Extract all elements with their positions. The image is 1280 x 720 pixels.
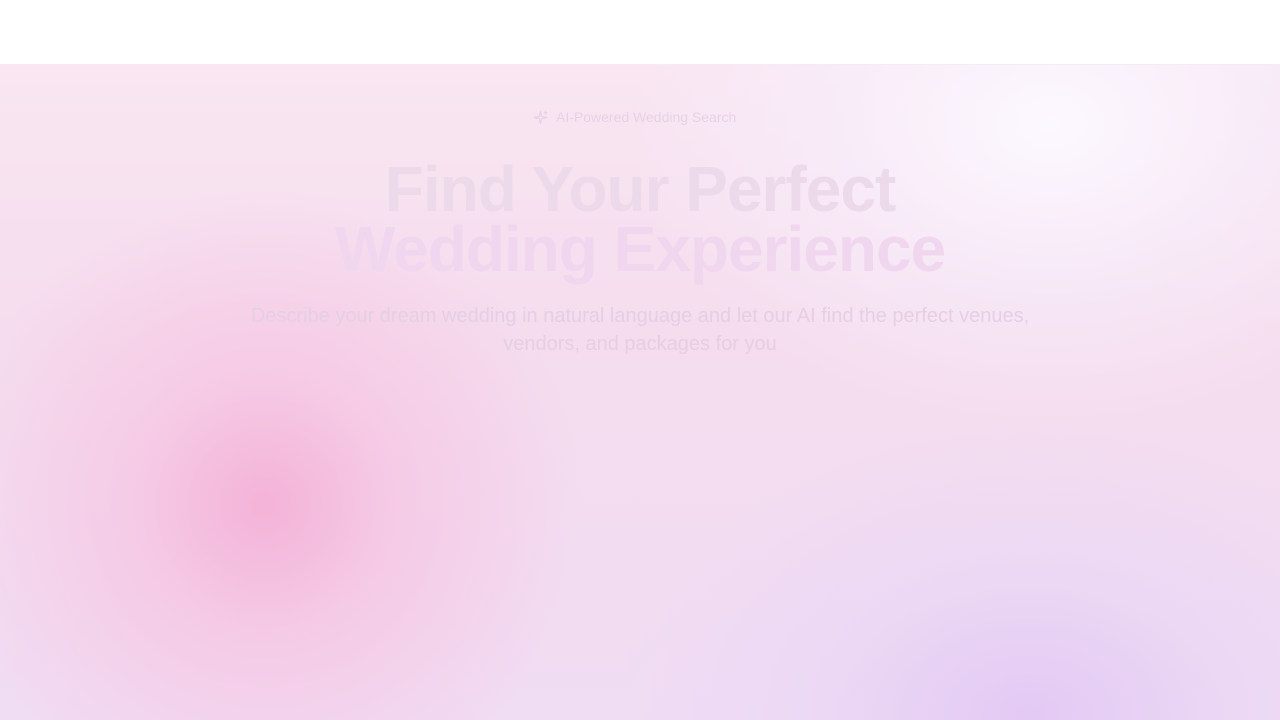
hero-subtitle: Describe your dream wedding in natural l… [250,305,1030,355]
hero-title-line-2: Wedding Experience [334,213,946,285]
top-nav-bar [0,0,1280,65]
hero-title-line-1: Find Your Perfect [384,153,897,225]
badge-label: AI-Powered Wedding Search [556,109,737,125]
ai-search-badge: AI-Powered Wedding Search [532,107,736,127]
hero-section: AI-Powered Wedding Search Find Your Perf… [0,0,1280,655]
page: AI-Powered Wedding Search Find Your Perf… [0,0,1280,720]
sparkle-icon [532,109,549,126]
